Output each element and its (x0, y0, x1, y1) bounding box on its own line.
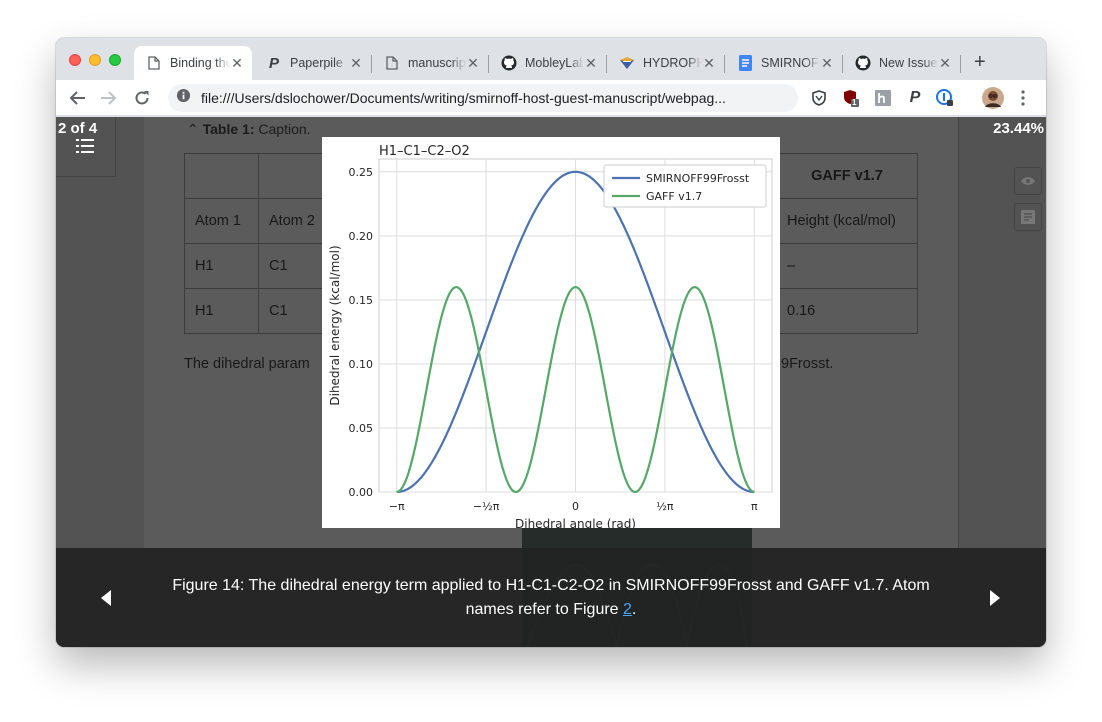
figure-caption: Figure 14: The dihedral energy term appl… (166, 574, 936, 622)
table-cell (184, 153, 259, 199)
legend-label: GAFF v1.7 (646, 190, 702, 203)
table-label: Table 1: (202, 121, 255, 137)
table-cell: Atom 1 (184, 198, 259, 244)
caption-end: . (631, 601, 637, 618)
tab-hydrophobic[interactable]: HYDROPHOBIC ✕ (607, 46, 724, 80)
x-tick-label: −½π (473, 500, 500, 513)
avatar[interactable] (982, 87, 1004, 109)
page-icon (146, 55, 162, 71)
eye-icon[interactable] (1014, 167, 1042, 195)
zoom-level: 23.44% (993, 120, 1044, 137)
caption-bar: Figure 14: The dihedral energy term appl… (56, 548, 1046, 647)
tab-binding[interactable]: Binding thermodynamics ✕ (134, 46, 252, 80)
table-cell: Height (kcal/mol) (776, 198, 918, 244)
table-cell: 0.16 (776, 288, 918, 334)
tab-strip: Binding thermodynamics ✕ P Paperpile ✕ m… (56, 38, 1046, 80)
dihedral-energy-chart: H1–C1–C2–O2 0.00 0.05 0.10 0.15 0.20 0.25 −π −½… (328, 144, 773, 531)
ublock-icon[interactable]: 1 (842, 89, 860, 107)
hydrophobic-icon (619, 55, 635, 71)
paperpile-extension-icon[interactable]: P (906, 89, 924, 107)
extension-badge: 1 (852, 98, 857, 107)
previous-figure-button[interactable] (101, 590, 115, 606)
tab-manuscript[interactable]: manuscript ✕ (372, 46, 488, 80)
tab-title: Paperpile (290, 56, 343, 70)
close-window-button[interactable] (69, 54, 81, 66)
tab-title: New Issue (879, 56, 938, 70)
close-icon[interactable]: ✕ (938, 55, 952, 72)
x-tick-label: π (751, 500, 758, 513)
close-icon[interactable]: ✕ (349, 55, 363, 72)
address-bar[interactable]: file:///Users/dslochower/Documents/writi… (168, 84, 798, 112)
figure-link[interactable]: 2 (623, 601, 632, 618)
tab-mobleylab[interactable]: MobleyLab ✕ (489, 46, 606, 80)
y-tick-label: 0.05 (349, 422, 374, 435)
back-button[interactable] (66, 87, 88, 109)
table-header-cell: GAFF v1.7 (776, 153, 918, 199)
tab-separator (960, 55, 961, 73)
y-tick-label: 0.10 (349, 358, 374, 371)
browser-window: Binding thermodynamics ✕ P Paperpile ✕ m… (56, 38, 1046, 647)
close-icon[interactable]: ✕ (466, 55, 480, 72)
paperpile-icon: P (268, 54, 279, 72)
y-tick-label: 0.00 (349, 486, 374, 499)
tab-smirnoff[interactable]: SMIRNOFF ✕ (725, 46, 842, 80)
paragraph-end: 9Frosst. (781, 356, 834, 372)
caption-text: Figure 14: The dihedral energy term appl… (172, 577, 930, 618)
menu-icon[interactable] (1014, 89, 1032, 107)
url-text: file:///Users/dslochower/Documents/writi… (201, 90, 726, 106)
info-icon[interactable] (176, 88, 191, 108)
table-caption: Caption. (258, 121, 311, 137)
zoom-window-button[interactable] (109, 54, 121, 66)
legend-label: SMIRNOFF99Frosst (646, 172, 750, 185)
figure-counter: 2 of 4 (58, 120, 98, 137)
collapse-icon[interactable]: ⌃ (187, 121, 199, 137)
table-cell: H1 (184, 243, 259, 289)
tab-title: Binding thermodynamics (170, 56, 230, 70)
close-icon[interactable]: ✕ (820, 55, 834, 72)
docs-icon (737, 55, 753, 71)
tab-title: HYDROPHOBIC (643, 56, 702, 70)
y-axis-label: Dihedral energy (kcal/mol) (328, 245, 342, 405)
y-tick-label: 0.20 (349, 230, 374, 243)
tab-title: manuscript (408, 56, 466, 70)
github-icon (855, 55, 871, 71)
y-tick-label: 0.25 (349, 166, 374, 179)
notes-icon[interactable] (1014, 203, 1042, 231)
close-icon[interactable]: ✕ (702, 55, 716, 72)
close-icon[interactable]: ✕ (584, 55, 598, 72)
chart-title: H1–C1–C2–O2 (379, 144, 470, 159)
x-tick-label: −π (389, 500, 405, 513)
figure-lightbox: H1–C1–C2–O2 0.00 0.05 0.10 0.15 0.20 0.25 −π −½… (322, 137, 780, 531)
hypothesis-icon[interactable] (874, 89, 892, 107)
x-axis-label: Dihedral angle (rad) (515, 517, 636, 528)
new-tab-button[interactable]: + (974, 52, 986, 72)
close-icon[interactable]: ✕ (230, 55, 244, 72)
y-tick-label: 0.15 (349, 294, 374, 307)
paragraph-start: The dihedral param (184, 356, 310, 372)
x-tick-label: 0 (572, 500, 579, 513)
tab-title: SMIRNOFF (761, 56, 820, 70)
page-icon (384, 55, 400, 71)
shield-icon[interactable] (810, 89, 828, 107)
next-figure-button[interactable] (990, 590, 1004, 606)
list-icon[interactable] (76, 139, 94, 158)
toolbar: file:///Users/dslochower/Documents/writi… (56, 80, 1046, 116)
table-cell: H1 (184, 288, 259, 334)
tab-title: MobleyLab (525, 56, 584, 70)
tab-paperpile[interactable]: P Paperpile ✕ (254, 46, 371, 80)
x-tick-label: ½π (656, 500, 674, 513)
forward-button[interactable] (98, 87, 120, 109)
minimize-window-button[interactable] (89, 54, 101, 66)
table-cell: – (776, 243, 918, 289)
webpage-content: ⌃ Table 1: Caption. GAFF v1.7 Atom 1 Ato… (56, 117, 1046, 647)
reload-button[interactable] (131, 87, 153, 109)
github-icon (501, 55, 517, 71)
tab-new-issue[interactable]: New Issue ✕ (843, 46, 960, 80)
onepassword-icon[interactable] (936, 89, 954, 107)
legend: SMIRNOFF99Frosst GAFF v1.7 (603, 164, 767, 208)
table-heading[interactable]: ⌃ Table 1: Caption. (187, 121, 311, 138)
